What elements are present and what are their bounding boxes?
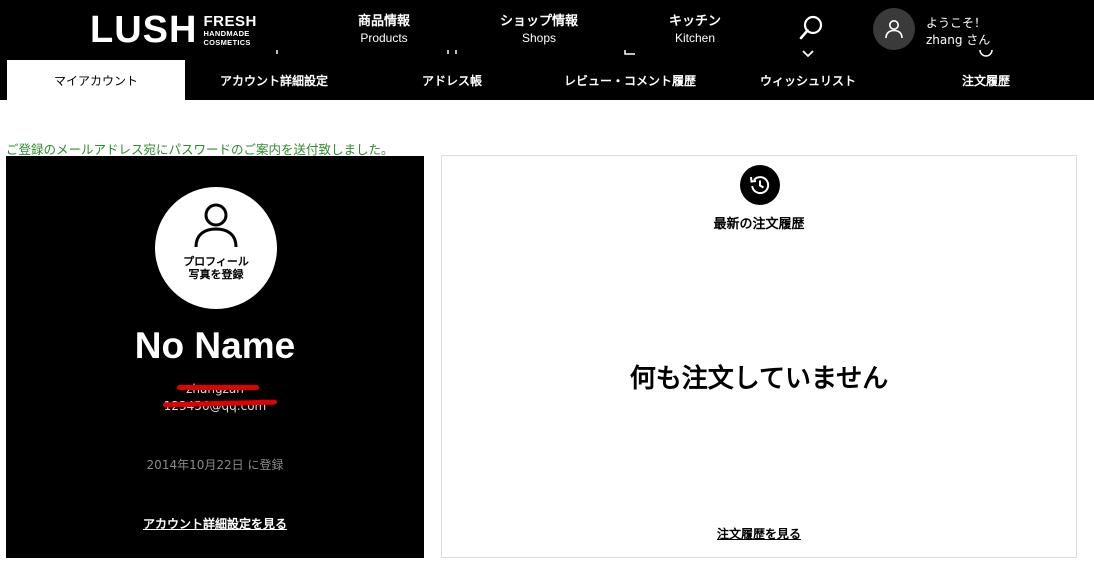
profile-name: No Name [134,325,296,366]
nav-kitchen[interactable]: キッチン Kitchen [650,14,740,46]
no-orders-message: 何も注文していません [629,364,889,394]
nav-shops[interactable]: ショップ情報 Shops [494,14,584,46]
history-icon [979,50,993,57]
search-icon [799,15,823,40]
logo-tagline-line2: HANDMADE [203,29,250,38]
logo-tagline-line1: FRESH [203,13,257,30]
recent-orders-title: 最新の注文履歴 [713,217,805,232]
order-history-link[interactable]: 注文履歴を見る [442,525,1076,542]
nav-products[interactable]: 商品情報 Products [339,14,429,46]
tab-wishlist[interactable]: ウィッシュリスト [719,50,897,100]
profile-photo-button[interactable]: プロフィール 写真を登録 [155,187,277,309]
nav-shops-en: Shops [521,31,557,45]
logo-tagline: FRESH HANDMADE COSMETICS [203,14,256,46]
tab-order-history-label: 注文履歴 [961,73,1010,88]
welcome-username: zhang さん [926,33,991,47]
logo-word: LUSH [90,9,198,51]
user-icon [194,203,238,248]
account-settings-link[interactable]: アカウント詳細設定を見る [6,515,424,532]
profile-photo-label-line1: プロフィール [183,255,249,268]
user-icon [885,20,903,39]
tab-my-account-label: マイアカウント [53,73,138,88]
heart-icon [802,50,814,58]
profile-photo-label-line2: 写真を登録 [188,268,244,281]
tab-account-settings-label: アカウント詳細設定 [219,73,328,88]
search-button[interactable] [796,13,826,43]
tab-address-book-label: アドレス帳 [421,73,482,88]
tab-reviews[interactable]: レビュー・コメント履歴 [541,50,719,100]
nav-kitchen-ja: キッチン [668,14,721,29]
tab-account-settings[interactable]: アカウント詳細設定 [185,50,363,100]
account-subnav: マイアカウント アカウント詳細設定 アドレス帳 レビュー・コメント履歴 ウィッシ… [0,50,1094,100]
comment-icon [624,50,635,55]
order-history-badge [740,165,780,205]
profile-photo-label: プロフィール 写真を登録 [155,255,277,281]
tab-wishlist-label: ウィッシュリスト [759,73,856,88]
welcome-message[interactable]: ようこそ！ zhang さん [926,15,990,49]
tab-reviews-label: レビュー・コメント履歴 [563,73,696,88]
lush-logo[interactable]: LUSH FRESH HANDMADE COSMETICS [90,11,257,49]
logo-tagline-line3: COSMETICS [203,37,251,47]
tab-address-book[interactable]: アドレス帳 [363,50,541,100]
redaction-mark-username [177,385,259,390]
tab-order-history[interactable]: 注文履歴 [897,50,1075,100]
history-icon [750,176,770,195]
tab-my-account[interactable]: マイアカウント [7,60,185,100]
settings-icon [276,50,278,54]
profile-card: プロフィール 写真を登録 No Name zhangzan 123456@qq.… [6,156,424,558]
nav-products-ja: 商品情報 [357,14,410,29]
recent-orders-card: 最新の注文履歴 何も注文していません 注文履歴を見る [441,155,1077,558]
nav-shops-ja: ショップ情報 [499,14,578,29]
nav-products-en: Products [360,31,408,45]
user-avatar[interactable] [873,8,915,50]
site-header: LUSH FRESH HANDMADE COSMETICS 商品情報 Produ… [0,0,1094,100]
address-book-icon [447,50,457,54]
welcome-greeting: ようこそ！ [926,16,987,30]
nav-kitchen-en: Kitchen [674,31,716,45]
member-since: 2014年10月22日 に登録 [146,458,284,472]
